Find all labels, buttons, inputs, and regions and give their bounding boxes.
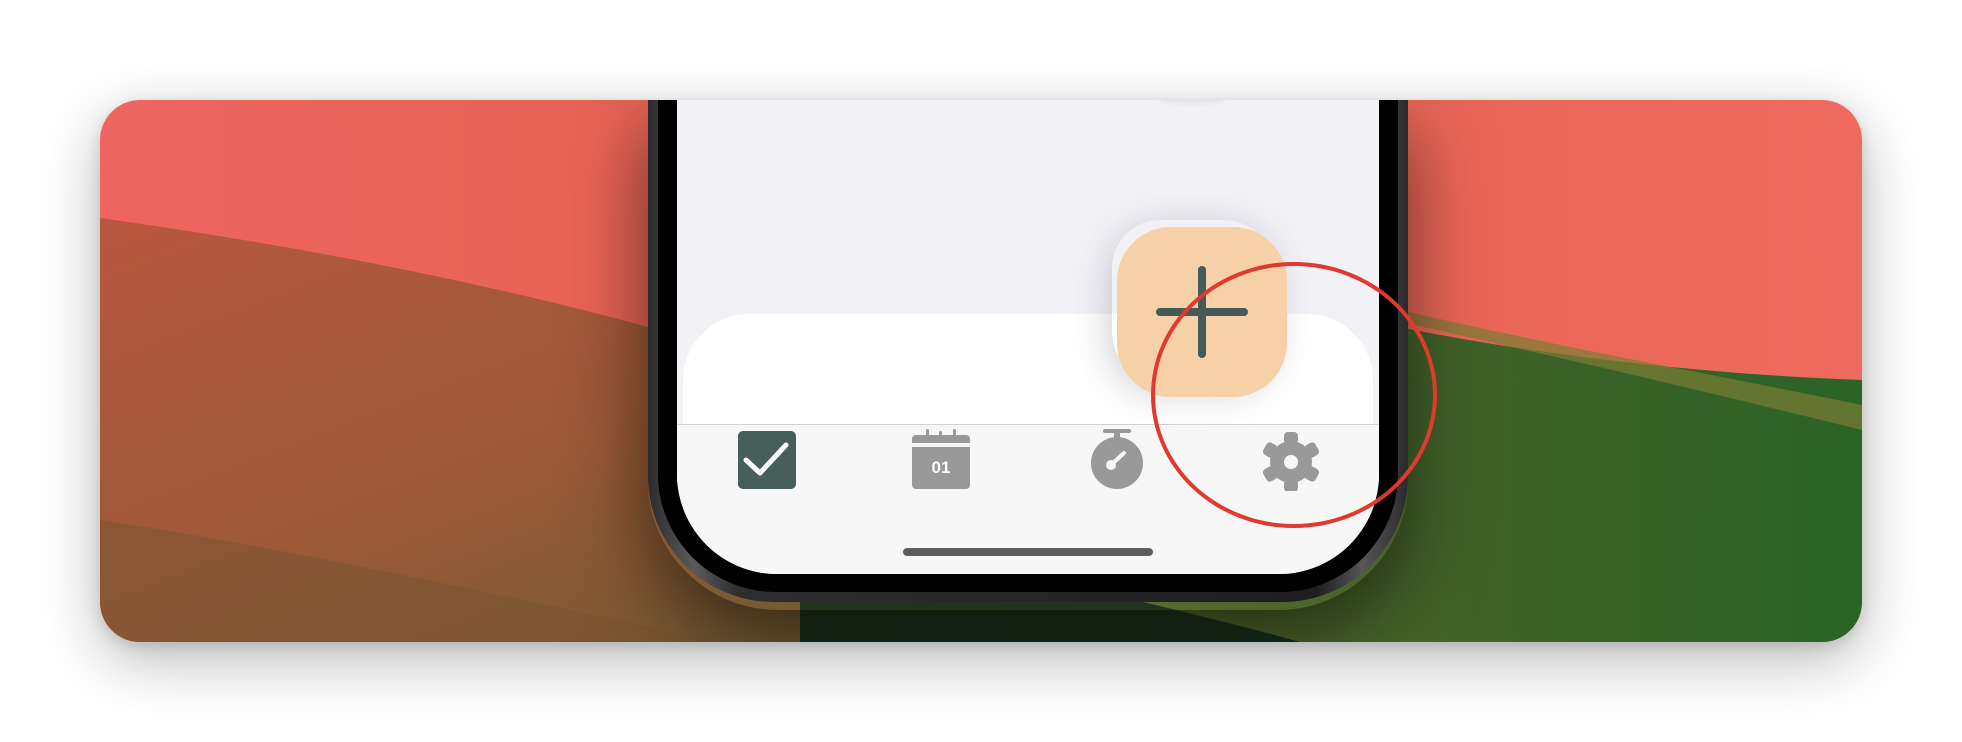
screenshot-card: 01 bbox=[100, 100, 1862, 642]
tab-calendar[interactable]: 01 bbox=[910, 429, 972, 491]
checkmark-icon bbox=[738, 431, 796, 489]
home-indicator bbox=[903, 548, 1153, 556]
scroll-edge-shadow bbox=[1157, 100, 1227, 104]
calendar-day-label: 01 bbox=[932, 458, 951, 477]
tab-tasks[interactable] bbox=[736, 429, 798, 491]
tab-timer[interactable] bbox=[1086, 429, 1148, 491]
highlight-circle bbox=[1151, 262, 1437, 528]
screenshot-stage: 01 bbox=[0, 0, 1962, 742]
calendar-icon: 01 bbox=[912, 429, 970, 489]
stopwatch-icon bbox=[1091, 429, 1143, 489]
